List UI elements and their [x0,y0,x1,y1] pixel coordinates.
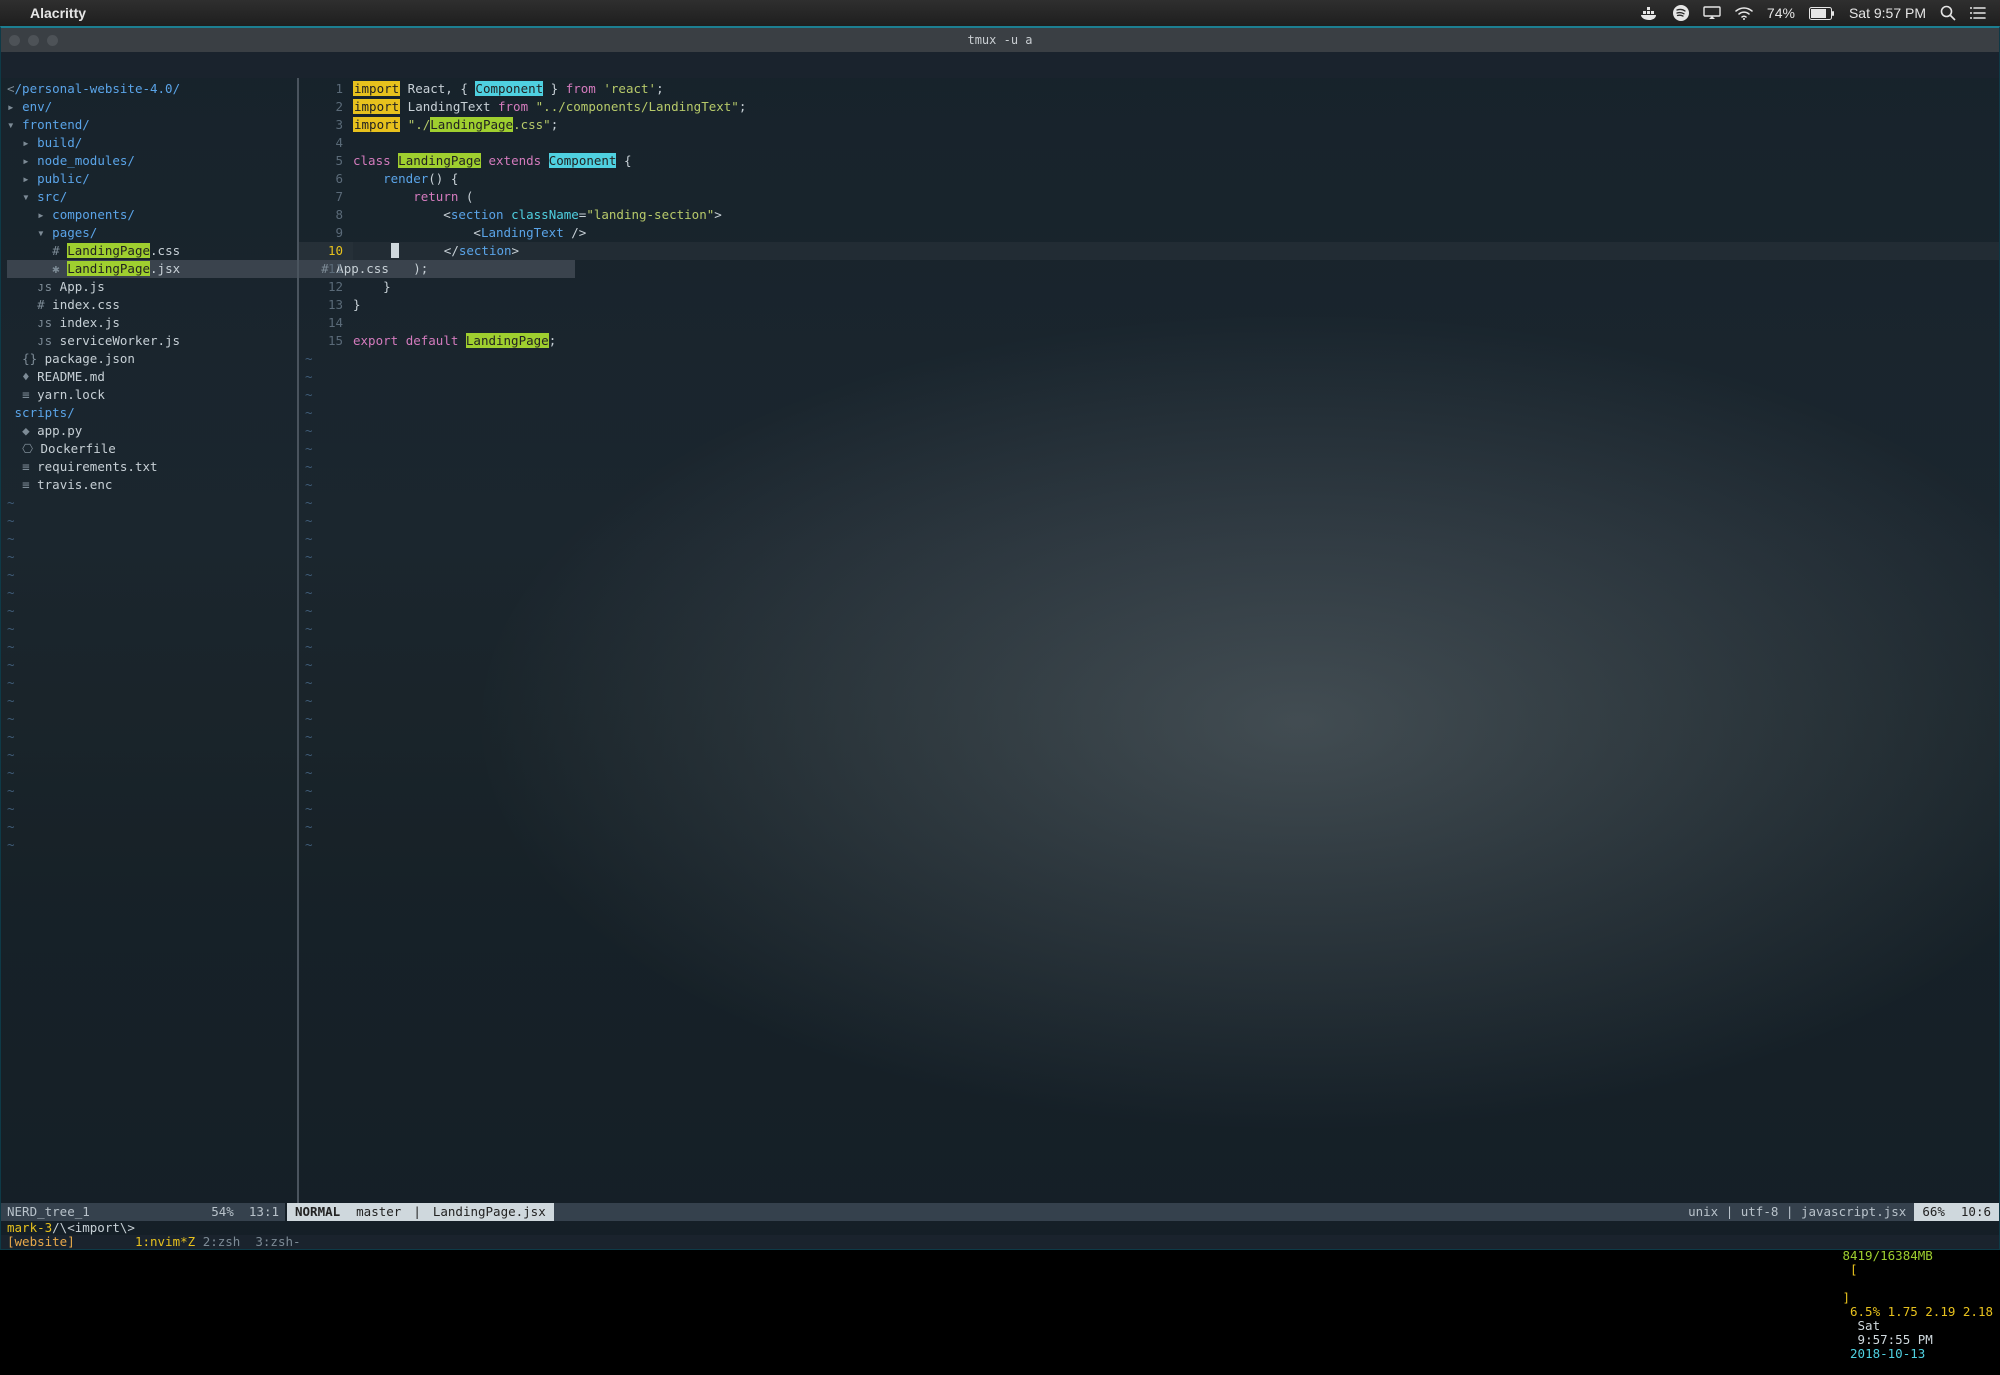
editor-statusline: NORMAL master | LandingPage.jsx unix | u… [287,1203,1999,1221]
code-line[interactable]: 11 ); [299,260,1999,278]
nerdtree-percent: 54% [211,1204,234,1219]
cursor-pos: 10:6 [1953,1203,1999,1221]
tmux-cpu: 6.5% 1.75 2.19 2.18 [1842,1304,1993,1319]
nerdtree-name: NERD_tree_1 [1,1203,96,1221]
buffer-filename: LandingPage.jsx [425,1203,554,1221]
tree-item[interactable]: ▸ env/ [7,98,291,116]
tree-item[interactable]: # LandingPage.css [7,242,291,260]
vim-cmdline[interactable]: mark-3/\<import\> [1,1221,1999,1235]
code-line[interactable]: 13} [299,296,1999,314]
tree-item[interactable]: ᴊs index.js [7,314,291,332]
tree-item[interactable]: ▸ components/ [7,206,291,224]
editor-pane[interactable]: 1import React, { Component } from 'react… [299,78,1999,1203]
tree-item[interactable]: scripts/ [7,404,291,422]
vim-mode: NORMAL [287,1203,348,1221]
code-line[interactable]: 4 [299,134,1999,152]
tree-item[interactable]: {} package.json [7,350,291,368]
code-line[interactable]: 8 <section className="landing-section"> [299,206,1999,224]
code-line[interactable]: 15export default LandingPage; [299,332,1999,350]
terminal-window: tmux -u a </personal-website-4.0/▸ env/▾… [0,26,2000,1250]
code-line[interactable]: 10 </section> [299,242,1999,260]
cmdline-mark: mark-3 [7,1220,52,1235]
code-line[interactable]: 14 [299,314,1999,332]
code-line[interactable]: 6 render() { [299,170,1999,188]
tree-root[interactable]: </personal-website-4.0/ [7,80,291,98]
tree-item[interactable]: ◆ app.py [7,422,291,440]
code-line[interactable]: 12 } [299,278,1999,296]
spotify-icon[interactable] [1673,5,1689,21]
airplay-icon[interactable] [1703,6,1721,20]
tree-item[interactable]: ᴊs App.js [7,278,291,296]
battery-percent: 74% [1767,5,1795,21]
window-titlebar[interactable]: tmux -u a [1,28,1999,52]
tree-item[interactable]: ≡ travis.enc [7,476,291,494]
tmux-date: 2018-10-13 [1850,1346,1925,1361]
tree-item[interactable]: ▾ pages/ [7,224,291,242]
code-line[interactable]: 5class LandingPage extends Component { [299,152,1999,170]
tree-item[interactable]: ⎔ Dockerfile [7,440,291,458]
code-line[interactable]: 7 return ( [299,188,1999,206]
cmdline-search: /\<import\> [52,1220,135,1235]
scroll-percent: 66% [1914,1203,1953,1221]
tmux-session[interactable]: [website] [7,1235,75,1249]
tmux-time: 9:57:55 PM [1850,1332,1933,1347]
tree-item[interactable]: ♦ README.md [7,368,291,386]
tree-item[interactable]: ▾ frontend/ [7,116,291,134]
tmux-windows-other[interactable]: 2:zsh 3:zsh- [195,1235,300,1249]
code-line[interactable]: 9 <LandingText /> [299,224,1999,242]
tree-item[interactable]: ≡ requirements.txt [7,458,291,476]
git-branch: master [348,1203,409,1221]
tree-item[interactable]: # index.css [7,296,291,314]
tmux-window-current[interactable]: 1:nvim*Z [135,1235,195,1249]
tree-item[interactable]: ▸ node_modules/ [7,152,291,170]
app-name[interactable]: Alacritty [30,5,86,21]
clock[interactable]: Sat 9:57 PM [1849,5,1926,21]
text-cursor [391,243,399,258]
code-line[interactable]: 3import "./LandingPage.css"; [299,116,1999,134]
tree-item[interactable]: ≡ yarn.lock [7,386,291,404]
battery-icon[interactable] [1809,7,1835,20]
window-title: tmux -u a [1,33,1999,47]
tree-item[interactable]: ᴊs serviceWorker.js [7,332,291,350]
macos-menubar: Alacritty 74% Sat 9:57 PM [0,0,2000,26]
wifi-icon[interactable] [1735,7,1753,20]
tmux-statusline: [website] 1:nvim*Z 2:zsh 3:zsh- 8419/163… [1,1235,1999,1249]
nerdtree-pos: 13:1 [249,1204,279,1219]
tree-item[interactable]: ▾ src/ [7,188,291,206]
tree-item[interactable]: ▸ build/ [7,134,291,152]
tmux-day: Sat [1858,1318,1881,1333]
code-line[interactable]: 1import React, { Component } from 'react… [299,80,1999,98]
code-line[interactable]: 2import LandingText from "../components/… [299,98,1999,116]
docker-icon[interactable] [1641,6,1659,20]
menu-list-icon[interactable] [1970,7,1986,19]
tmux-memory: 8419/16384MB [1842,1248,1932,1263]
tree-item[interactable]: ✱ LandingPage.jsx [7,260,291,278]
nerdtree-pane[interactable]: </personal-website-4.0/▸ env/▾ frontend/… [1,78,297,1203]
file-info: unix | utf-8 | javascript.jsx [1680,1203,1914,1221]
nerdtree-statusline: NERD_tree_1 54% 13:1 [1,1203,285,1221]
spotlight-icon[interactable] [1940,5,1956,21]
tree-item[interactable]: ▸ public/ [7,170,291,188]
